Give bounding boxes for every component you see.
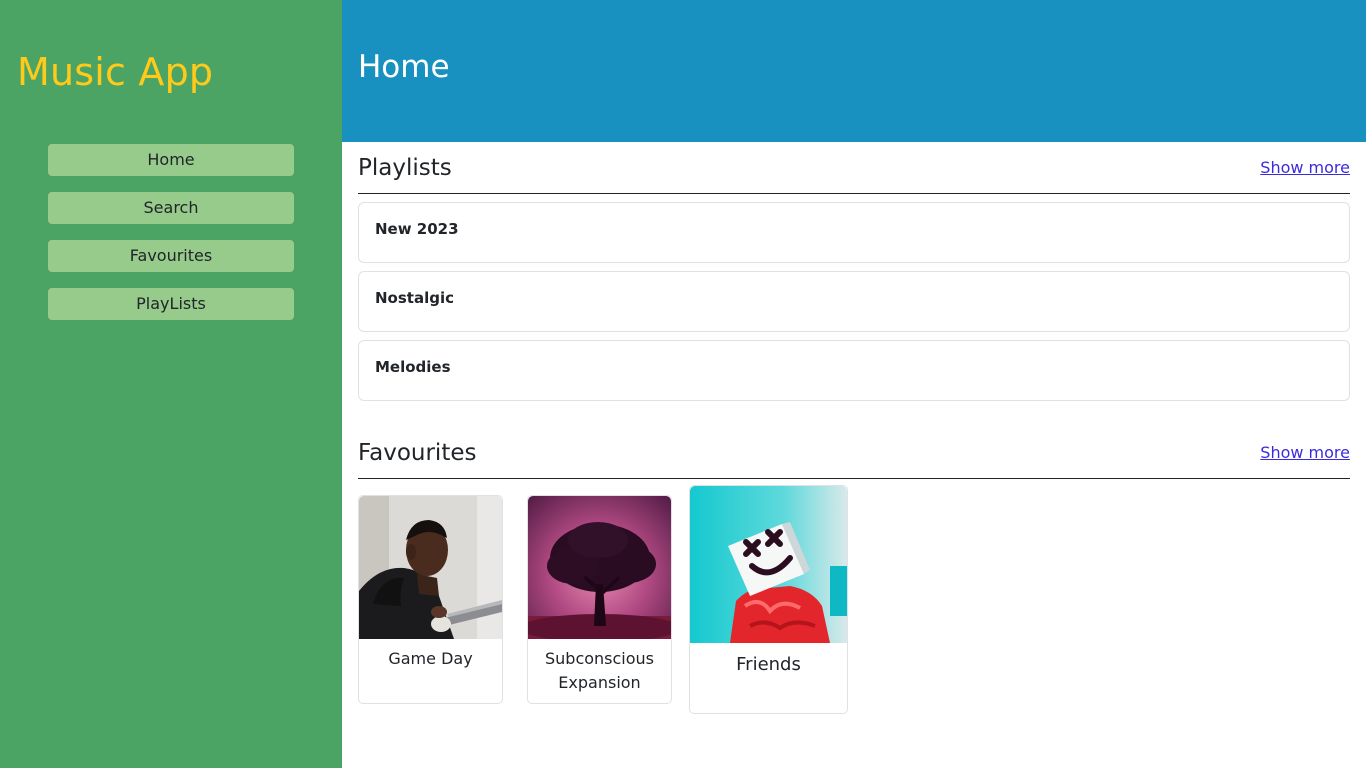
playlist-card[interactable]: New 2023	[358, 202, 1350, 263]
favourite-title: Game Day	[388, 649, 473, 668]
nav-favourites-button[interactable]: Favourites	[48, 240, 294, 272]
playlists-section: Playlists Show more New 2023 Nostalgic M…	[358, 142, 1350, 401]
playlists-section-header: Playlists Show more	[358, 142, 1350, 194]
playlist-card[interactable]: Melodies	[358, 340, 1350, 401]
favourites-grid: Game Day Subconscious Expansion Friends	[358, 479, 1350, 719]
favourites-section-header: Favourites Show more	[358, 427, 1350, 479]
favourites-show-more-link[interactable]: Show more	[1260, 442, 1350, 464]
nav-playlists-button[interactable]: PlayLists	[48, 288, 294, 320]
sidebar-nav: Home Search Favourites PlayLists	[48, 144, 294, 336]
favourite-card[interactable]: Game Day	[358, 495, 503, 704]
favourite-card[interactable]: Friends	[689, 485, 848, 714]
page-content: Playlists Show more New 2023 Nostalgic M…	[342, 142, 1366, 719]
favourite-card[interactable]: Subconscious Expansion	[527, 495, 672, 704]
app-logo-title: Music App	[17, 50, 214, 94]
nav-search-button[interactable]: Search	[48, 192, 294, 224]
favourite-title: Subconscious Expansion	[544, 649, 655, 692]
marshmello-photo	[690, 486, 847, 643]
pink-tree-photo	[528, 496, 671, 639]
page-header: Home	[342, 0, 1366, 142]
playlists-show-more-link[interactable]: Show more	[1260, 157, 1350, 179]
favourites-heading: Favourites	[358, 440, 477, 466]
favourites-section: Favourites Show more Game Day Subconscio…	[358, 427, 1350, 719]
playlist-card[interactable]: Nostalgic	[358, 271, 1350, 332]
main-area: Home Playlists Show more New 2023 Nostal…	[342, 0, 1366, 768]
sidebar: Music App Home Search Favourites PlayLis…	[0, 0, 342, 768]
playlists-heading: Playlists	[358, 155, 452, 181]
man-with-guitar-photo	[359, 496, 502, 639]
nav-home-button[interactable]: Home	[48, 144, 294, 176]
playlist-list: New 2023 Nostalgic Melodies	[358, 202, 1350, 401]
page-title: Home	[358, 49, 450, 85]
favourite-title: Friends	[736, 654, 801, 675]
app-root: Music App Home Search Favourites PlayLis…	[0, 0, 1366, 768]
